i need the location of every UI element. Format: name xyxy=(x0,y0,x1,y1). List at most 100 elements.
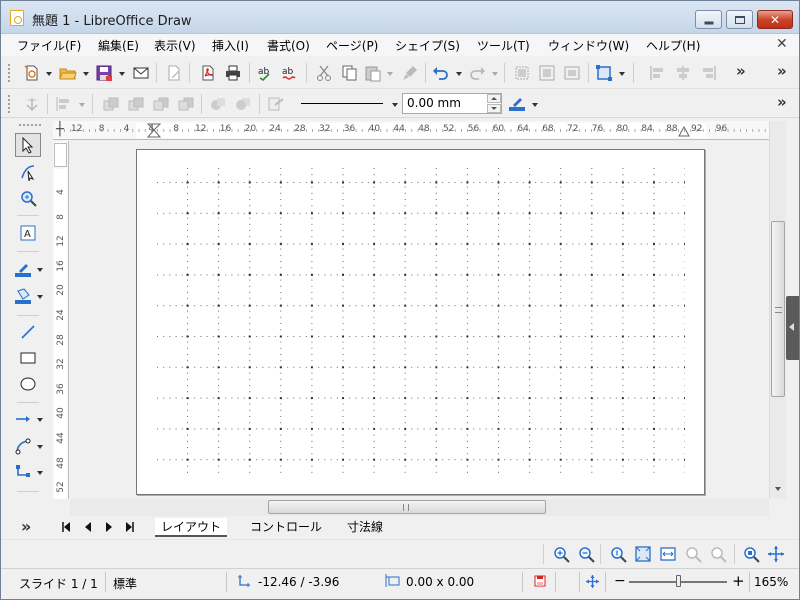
first-page-icon[interactable] xyxy=(61,521,71,533)
toolbar-grip[interactable] xyxy=(18,123,42,127)
scroll-down-arrow[interactable] xyxy=(775,487,781,491)
menu-window[interactable]: ウィンドウ(W) xyxy=(548,37,629,54)
save-icon[interactable] xyxy=(95,64,113,82)
redo-dropdown-arrow[interactable] xyxy=(492,72,498,76)
align-left-icon[interactable] xyxy=(649,64,667,82)
zoom-out-icon[interactable] xyxy=(577,545,595,563)
line-style-select[interactable] xyxy=(297,94,399,114)
send-to-back-icon[interactable] xyxy=(177,95,195,113)
export-pdf-icon[interactable] xyxy=(199,64,217,82)
behind-object-icon[interactable] xyxy=(234,95,252,113)
minimize-button[interactable] xyxy=(695,10,722,29)
ungroup-icon[interactable] xyxy=(538,64,556,82)
transformations-icon[interactable] xyxy=(595,64,613,82)
line-color-icon[interactable] xyxy=(508,94,526,112)
curves-tool-icon[interactable] xyxy=(14,437,32,455)
transformations-dropdown-arrow[interactable] xyxy=(619,72,625,76)
sidebar-expand-tab[interactable] xyxy=(786,296,799,360)
zoom-100-icon[interactable] xyxy=(609,545,627,563)
next-page-icon[interactable] xyxy=(104,521,114,533)
menu-page[interactable]: ページ(P) xyxy=(326,37,378,54)
spelling-icon[interactable]: ab xyxy=(257,64,275,82)
tab-dimension-lines[interactable]: 寸法線 xyxy=(341,518,389,537)
zoom-previous-icon[interactable] xyxy=(684,545,702,563)
email-icon[interactable] xyxy=(132,64,150,82)
page-width-icon[interactable] xyxy=(659,545,677,563)
vertical-ruler[interactable]: 4 8 12 16 20 24 28 32 36 40 44 48 52 xyxy=(53,141,69,499)
zoom-pan-icon[interactable] xyxy=(19,189,37,207)
tabs-overflow-chevron[interactable]: » xyxy=(21,517,31,536)
entire-page-icon[interactable] xyxy=(634,545,652,563)
align-right-icon[interactable] xyxy=(699,64,717,82)
paste-icon[interactable] xyxy=(364,64,382,82)
group-icon[interactable] xyxy=(513,64,531,82)
line-color-dropdown-arrow[interactable] xyxy=(532,103,538,107)
zoom-percentage[interactable]: 165% xyxy=(754,575,788,589)
send-backward-icon[interactable] xyxy=(152,95,170,113)
zoom-slider-knob[interactable] xyxy=(676,575,681,587)
new-dropdown-arrow[interactable] xyxy=(46,72,52,76)
line-tool-icon[interactable] xyxy=(19,323,37,341)
menu-help[interactable]: ヘルプ(H) xyxy=(646,37,700,54)
zoom-in-icon[interactable] xyxy=(552,545,570,563)
toolbar-grip[interactable] xyxy=(7,63,11,83)
fit-slide-icon[interactable] xyxy=(585,574,600,589)
horizontal-scroll-thumb[interactable] xyxy=(268,500,546,514)
horizontal-scrollbar[interactable] xyxy=(70,499,769,516)
close-document-icon[interactable]: ✕ xyxy=(776,36,788,52)
toolbar-grip[interactable] xyxy=(7,94,11,114)
connectors-dropdown[interactable] xyxy=(37,471,43,475)
rectangle-tool-icon[interactable] xyxy=(19,349,37,367)
maximize-button[interactable] xyxy=(726,10,753,29)
menu-edit[interactable]: 編集(E) xyxy=(98,37,139,54)
vertical-scroll-thumb[interactable] xyxy=(771,221,785,397)
edit-file-icon[interactable] xyxy=(165,64,183,82)
last-page-icon[interactable] xyxy=(125,521,135,533)
anchor-icon[interactable] xyxy=(23,95,41,113)
lines-arrows-tool-icon[interactable] xyxy=(14,410,32,428)
zoom-out-button[interactable]: − xyxy=(614,573,626,589)
menu-view[interactable]: 表示(V) xyxy=(154,37,196,54)
page-style[interactable]: 標準 xyxy=(113,575,137,592)
ellipse-tool-icon[interactable] xyxy=(19,375,37,393)
new-document-icon[interactable] xyxy=(23,64,41,82)
drawing-page[interactable] xyxy=(136,149,705,495)
lines-arrows-dropdown[interactable] xyxy=(37,418,43,422)
zoom-in-button[interactable]: + xyxy=(732,572,745,590)
toolbar-overflow-chevron-2[interactable]: » xyxy=(777,62,787,80)
menu-file[interactable]: ファイル(F) xyxy=(17,37,81,54)
open-folder-icon[interactable] xyxy=(59,64,77,82)
select-arrow-icon[interactable] xyxy=(19,136,37,154)
line-color-tool-dropdown[interactable] xyxy=(37,268,43,272)
close-button[interactable]: ✕ xyxy=(757,10,793,29)
previous-page-icon[interactable] xyxy=(83,521,93,533)
connectors-tool-icon[interactable] xyxy=(14,463,32,481)
drawing-canvas[interactable] xyxy=(70,141,769,499)
fill-color-tool-dropdown[interactable] xyxy=(37,295,43,299)
line-color-tool-icon[interactable] xyxy=(14,260,32,278)
toolbar-overflow-chevron-3[interactable]: » xyxy=(777,93,787,111)
menu-format[interactable]: 書式(O) xyxy=(267,37,310,54)
bring-forward-icon[interactable] xyxy=(127,95,145,113)
horizontal-ruler[interactable]: ┼ 12844812162024283236404448525660646872… xyxy=(53,121,769,140)
points-icon[interactable] xyxy=(19,163,37,181)
zoom-next-icon[interactable] xyxy=(709,545,727,563)
align-center-icon[interactable] xyxy=(674,64,692,82)
open-dropdown-arrow[interactable] xyxy=(83,72,89,76)
save-dropdown-arrow[interactable] xyxy=(119,72,125,76)
menu-insert[interactable]: 挿入(I) xyxy=(212,37,249,54)
menu-shape[interactable]: シェイプ(S) xyxy=(395,37,460,54)
tab-controls[interactable]: コントロール xyxy=(244,518,328,537)
enter-group-icon[interactable] xyxy=(563,64,581,82)
redo-icon[interactable] xyxy=(468,64,486,82)
line-width-spinner[interactable] xyxy=(487,94,501,113)
cut-icon[interactable] xyxy=(315,64,333,82)
line-style-dropdown-arrow[interactable] xyxy=(392,103,398,107)
print-icon[interactable] xyxy=(224,64,242,82)
text-box-icon[interactable]: A xyxy=(19,224,37,242)
tab-layout[interactable]: レイアウト xyxy=(155,518,228,537)
toolbar-overflow-chevron[interactable]: » xyxy=(736,62,746,80)
fill-color-tool-icon[interactable] xyxy=(14,287,32,305)
spin-up-button[interactable] xyxy=(487,94,501,103)
undo-dropdown-arrow[interactable] xyxy=(456,72,462,76)
